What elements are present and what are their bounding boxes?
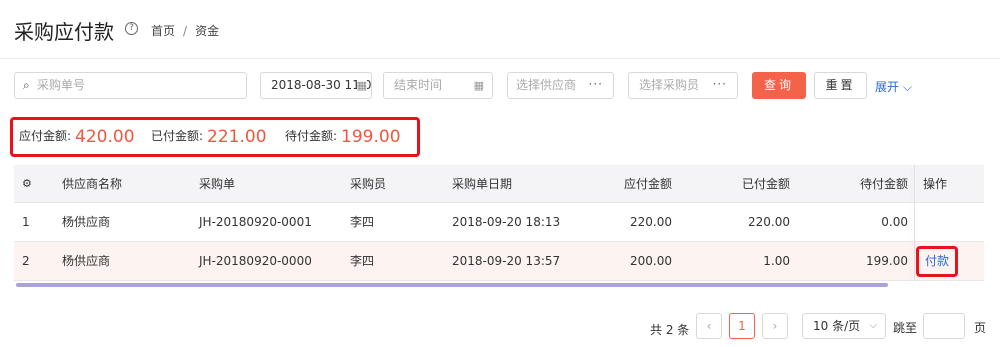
due-value: 199.00 xyxy=(341,127,401,147)
end-date-field[interactable]: 结束时间 ▦ xyxy=(383,72,493,99)
settings-gear-icon[interactable]: ⚙ xyxy=(22,165,32,203)
breadcrumb-funds: 资金 xyxy=(195,24,220,38)
col-payable: 应付金额 xyxy=(623,177,672,191)
paid-total: 已付金额: 221.00 xyxy=(151,127,267,147)
breadcrumb-separator: / xyxy=(183,24,188,38)
col-action: 操作 xyxy=(923,177,948,191)
jump-label: 跳至 xyxy=(893,321,918,335)
help-circle-icon[interactable]: ? xyxy=(125,22,138,35)
row-index: 1 xyxy=(22,215,30,229)
expand-toggle[interactable]: 展开 ⌵ xyxy=(875,78,912,95)
calendar-icon: ▦ xyxy=(473,79,484,92)
content-panel: ⌕ 采购单号 2018-08-30 11:0 ▦ 结束时间 ▦ 选择供应商 ···… xyxy=(0,58,1000,347)
row-paid: 220.00 xyxy=(748,215,790,229)
page-title: 采购应付款 xyxy=(14,20,114,44)
next-page-button[interactable]: › xyxy=(762,313,788,339)
horizontal-scrollbar[interactable] xyxy=(16,283,888,287)
paid-label: 已付金额: xyxy=(151,129,204,143)
row-due: 0.00 xyxy=(881,215,908,229)
breadcrumb: 首页 / 资金 xyxy=(151,22,219,39)
more-icon[interactable]: ··· xyxy=(589,72,603,97)
jump-page-input[interactable] xyxy=(923,313,965,339)
buyer-placeholder: 选择采购员 xyxy=(639,78,700,92)
end-date-placeholder: 结束时间 xyxy=(394,78,443,92)
row-date: 2018-09-20 18:13 xyxy=(452,215,561,229)
query-button[interactable]: 查询 xyxy=(752,72,806,99)
row-date: 2018-09-20 13:57 xyxy=(452,254,561,268)
page-size-value: 10 条/页 xyxy=(813,319,861,333)
row-po: JH-20180920-0000 xyxy=(199,254,312,268)
paid-value: 221.00 xyxy=(207,127,267,147)
breadcrumb-home[interactable]: 首页 xyxy=(151,24,175,38)
chevron-left-icon: ‹ xyxy=(706,319,712,333)
col-date: 采购单日期 xyxy=(452,177,513,191)
table-row[interactable]: 1 杨供应商 JH-20180920-0001 李四 2018-09-20 18… xyxy=(14,203,984,242)
row-payable: 220.00 xyxy=(630,215,672,229)
page-header: 采购应付款 ? 首页 / 资金 xyxy=(0,0,1000,58)
pay-button[interactable]: 付款 xyxy=(916,246,958,277)
row-supplier: 杨供应商 xyxy=(62,215,111,229)
row-buyer: 李四 xyxy=(350,215,375,229)
start-date-field[interactable]: 2018-08-30 11:0 ▦ xyxy=(260,72,372,99)
due-label: 待付金额: xyxy=(285,129,338,143)
row-buyer: 李四 xyxy=(350,254,375,268)
payable-value: 420.00 xyxy=(75,127,135,147)
total-count: 共 2 条 xyxy=(650,323,690,337)
col-po: 采购单 xyxy=(199,177,236,191)
table-header: ⚙ 供应商名称 采购单 采购员 采购单日期 应付金额 已付金额 待付金额 操作 xyxy=(14,165,984,203)
page-size-select[interactable]: 10 条/页 ⌵ xyxy=(802,313,886,339)
fixed-column-divider xyxy=(914,165,915,281)
row-due: 199.00 xyxy=(866,254,908,268)
calendar-icon: ▦ xyxy=(356,73,367,98)
search-placeholder: 采购单号 xyxy=(37,78,86,92)
page-suffix: 页 xyxy=(974,321,987,335)
supplier-select[interactable]: 选择供应商 ··· xyxy=(507,72,614,99)
row-index: 2 xyxy=(22,254,30,268)
page-number-button[interactable]: 1 xyxy=(729,313,755,339)
expand-label: 展开 xyxy=(875,80,900,94)
more-icon[interactable]: ··· xyxy=(713,72,727,97)
search-icon: ⌕ xyxy=(23,78,30,92)
col-buyer: 采购员 xyxy=(350,177,387,191)
row-payable: 200.00 xyxy=(630,254,672,268)
payable-label: 应付金额: xyxy=(19,129,72,143)
reset-button[interactable]: 重置 xyxy=(814,72,867,99)
chevron-down-icon: ⌵ xyxy=(869,320,877,331)
col-due: 待付金额 xyxy=(859,177,908,191)
col-supplier: 供应商名称 xyxy=(62,177,123,191)
table-row[interactable]: 2 杨供应商 JH-20180920-0000 李四 2018-09-20 13… xyxy=(14,242,984,281)
totals-summary: 应付金额: 420.00 已付金额: 221.00 待付金额: 199.00 xyxy=(10,117,420,157)
prev-page-button[interactable]: ‹ xyxy=(696,313,722,339)
row-supplier: 杨供应商 xyxy=(62,254,111,268)
row-po: JH-20180920-0001 xyxy=(199,215,312,229)
payable-total: 应付金额: 420.00 xyxy=(19,127,135,147)
row-paid: 1.00 xyxy=(763,254,790,268)
chevron-down-icon: ⌵ xyxy=(902,80,912,94)
buyer-select[interactable]: 选择采购员 ··· xyxy=(628,72,738,99)
supplier-placeholder: 选择供应商 xyxy=(516,78,577,92)
chevron-right-icon: › xyxy=(772,319,778,333)
order-search-input[interactable]: ⌕ 采购单号 xyxy=(14,72,247,99)
col-paid: 已付金额 xyxy=(741,177,790,191)
due-total: 待付金额: 199.00 xyxy=(285,127,401,147)
